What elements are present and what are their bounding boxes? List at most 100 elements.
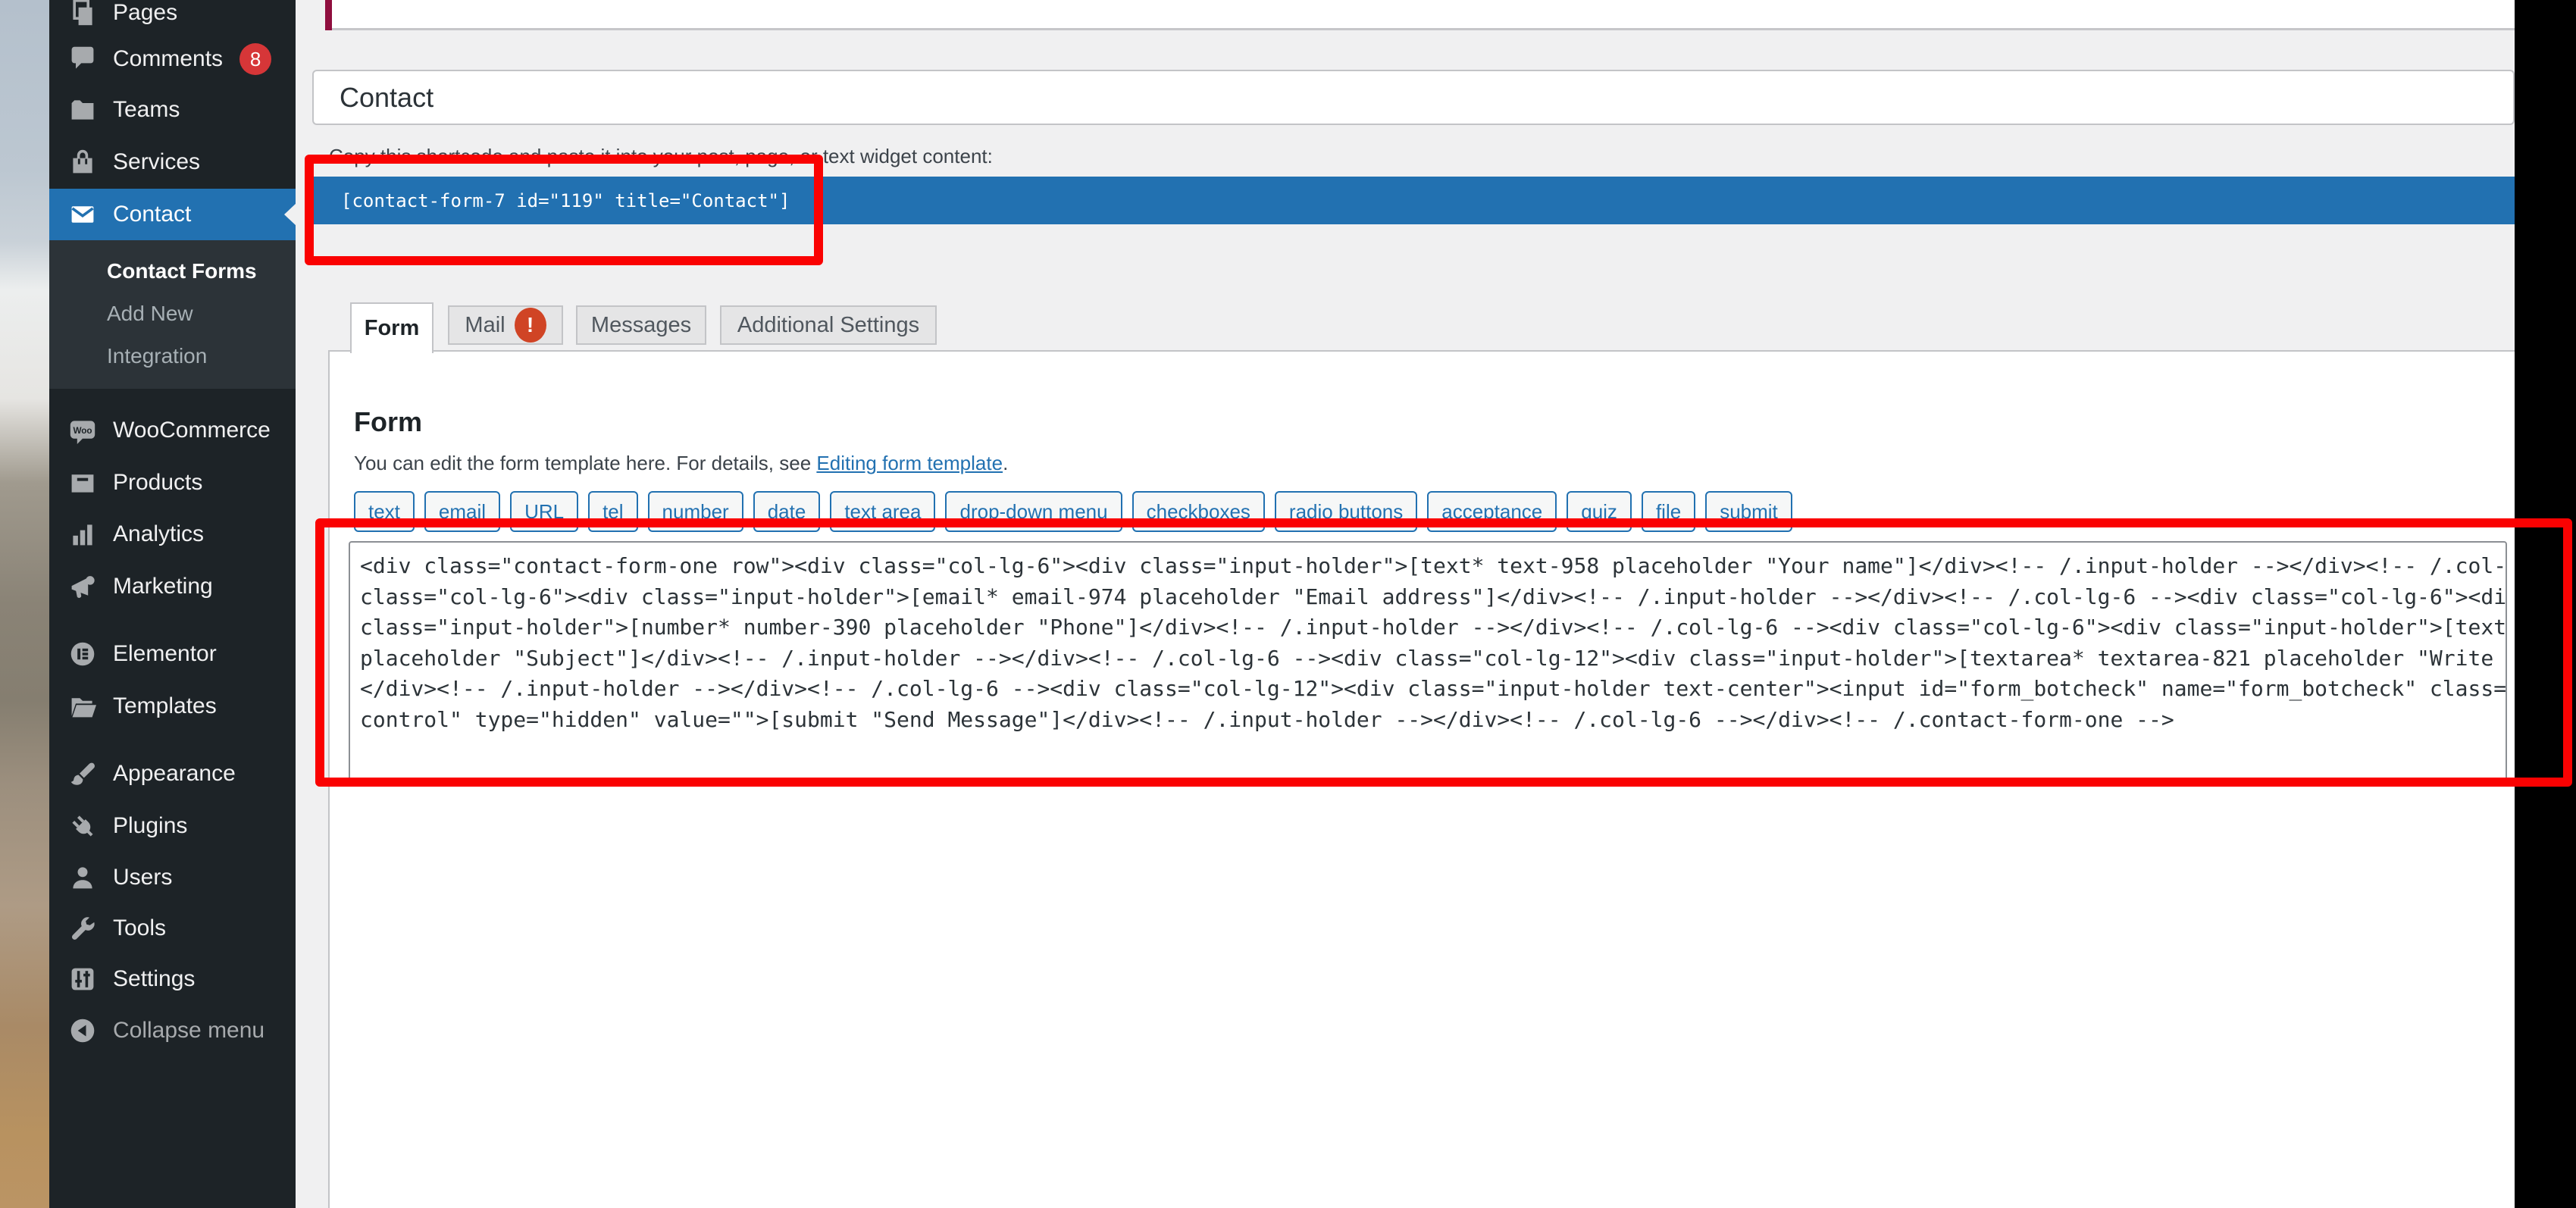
tag-generator-button[interactable]: submit — [1705, 491, 1792, 532]
sidebar-item-pages[interactable]: Pages — [49, 0, 296, 38]
sidebar-item-appearance[interactable]: Appearance — [49, 749, 296, 799]
wrench-icon — [69, 915, 96, 942]
tag-generator-button[interactable]: radio buttons — [1275, 491, 1417, 532]
tab-messages[interactable]: Messages — [576, 305, 706, 345]
form-title-value: Contact — [340, 82, 434, 114]
shortcode-value: [contact-form-7 id="119" title="Contact"… — [341, 190, 790, 211]
admin-sidebar: Pages Comments 8 Teams Services Contact … — [49, 0, 296, 1208]
sidebar-item-products[interactable]: Products — [49, 458, 296, 508]
elementor-icon — [69, 640, 96, 668]
form-editor-panel: Form You can edit the form template here… — [328, 350, 2515, 1208]
sidebar-item-tools[interactable]: Tools — [49, 903, 296, 953]
template-code-line: <div class="contact-form-one row"><div c… — [360, 551, 2506, 582]
tag-generator-button[interactable]: file — [1642, 491, 1695, 532]
plug-icon — [69, 812, 96, 840]
submenu-item-integration[interactable]: Integration — [49, 331, 296, 381]
shortcode-help-text: Copy this shortcode and paste it into yo… — [329, 145, 993, 168]
sidebar-item-contact[interactable]: Contact — [49, 189, 296, 240]
panel-description: You can edit the form template here. For… — [354, 452, 1008, 475]
sidebar-item-marketing[interactable]: Marketing — [49, 562, 296, 612]
sidebar-item-label: Appearance — [113, 761, 236, 787]
sidebar-item-label: Collapse menu — [113, 1018, 264, 1044]
pages-icon — [69, 0, 96, 27]
sidebar-item-elementor[interactable]: Elementor — [49, 629, 296, 679]
sidebar-item-label: Plugins — [113, 813, 187, 839]
shortcode-field[interactable]: [contact-form-7 id="119" title="Contact"… — [312, 177, 2515, 224]
sidebar-item-woocommerce[interactable]: Woo WooCommerce — [49, 405, 296, 455]
sidebar-item-settings[interactable]: Settings — [49, 954, 296, 1004]
sidebar-item-services[interactable]: Services — [49, 137, 296, 187]
template-code-line: </div><!-- /.input-holder --></div><!-- … — [360, 674, 2506, 705]
sidebar-item-plugins[interactable]: Plugins — [49, 801, 296, 851]
bar-chart-icon — [69, 521, 96, 548]
comments-count-badge: 8 — [239, 43, 271, 75]
sidebar-item-label: Products — [113, 470, 202, 496]
tag-generator-button[interactable]: checkboxes — [1132, 491, 1265, 532]
tag-generator-button[interactable]: acceptance — [1427, 491, 1557, 532]
sidebar-item-label: Comments — [113, 46, 223, 72]
description-text: You can edit the form template here. For… — [354, 452, 816, 474]
editing-form-template-link[interactable]: Editing form template — [816, 452, 1003, 474]
template-code-line: control" type="hidden" value="">[submit … — [360, 705, 2506, 736]
template-code-line: class="col-lg-6"><div class="input-holde… — [360, 582, 2506, 613]
paintbrush-icon — [69, 760, 96, 787]
collapse-arrow-icon — [69, 1017, 96, 1044]
template-code-line: placeholder "Subject"]</div><!-- /.input… — [360, 643, 2506, 674]
tab-label: Messages — [591, 313, 691, 338]
user-icon — [69, 864, 96, 891]
tab-additional-settings[interactable]: Additional Settings — [720, 305, 937, 345]
sidebar-item-collapse-menu[interactable]: Collapse menu — [49, 1006, 296, 1056]
tag-generator-button[interactable]: quiz — [1567, 491, 1632, 532]
form-template-textarea[interactable]: <div class="contact-form-one row"><div c… — [349, 541, 2507, 785]
tag-generator-button[interactable]: drop-down menu — [945, 491, 1122, 532]
sidebar-item-users[interactable]: Users — [49, 853, 296, 903]
desktop-wallpaper-strip — [0, 0, 49, 1208]
sidebar-item-label: Elementor — [113, 641, 217, 667]
tag-generator-button[interactable]: text area — [830, 491, 935, 532]
wordpress-admin-screen: Pages Comments 8 Teams Services Contact … — [0, 0, 2576, 1208]
woocommerce-icon: Woo — [69, 417, 96, 444]
tag-generator-button[interactable]: email — [424, 491, 500, 532]
sidebar-item-label: Analytics — [113, 521, 204, 547]
sidebar-item-comments[interactable]: Comments 8 — [49, 34, 296, 84]
open-folder-icon — [69, 693, 96, 720]
sidebar-item-label: Teams — [113, 97, 180, 123]
sidebar-item-label: Tools — [113, 915, 166, 941]
sidebar-item-label: Marketing — [113, 574, 213, 599]
megaphone-icon — [69, 573, 96, 600]
tab-form[interactable]: Form — [350, 302, 434, 353]
envelope-icon — [69, 201, 96, 228]
tag-generator-button[interactable]: URL — [510, 491, 578, 532]
sliders-icon — [69, 965, 96, 993]
maroon-caret-bar — [325, 0, 332, 30]
tag-generator-button[interactable]: text — [354, 491, 415, 532]
sidebar-item-teams[interactable]: Teams — [49, 85, 296, 135]
sidebar-item-label: Users — [113, 865, 172, 890]
contact-submenu: Contact Forms Add New Integration — [49, 240, 296, 389]
sidebar-item-label: Pages — [113, 0, 177, 26]
sidebar-item-label: Settings — [113, 966, 195, 992]
folder-icon — [69, 96, 96, 124]
tag-generator-button[interactable]: tel — [588, 491, 637, 532]
mail-alert-badge: ! — [515, 308, 546, 343]
tab-mail[interactable]: Mail ! — [448, 305, 563, 345]
tag-generator-buttons: text email URL tel number date text area… — [354, 491, 1792, 532]
tab-label: Additional Settings — [737, 313, 919, 338]
bag-icon — [69, 149, 96, 176]
form-title-input[interactable]: Contact — [312, 70, 2515, 125]
tab-label: Form — [365, 316, 420, 341]
sidebar-item-label: WooCommerce — [113, 418, 271, 443]
box-icon — [69, 469, 96, 496]
sidebar-item-label: Templates — [113, 693, 217, 719]
active-menu-arrow — [284, 203, 296, 226]
description-period: . — [1003, 452, 1008, 474]
top-white-strip — [332, 0, 2515, 30]
tab-label: Mail — [465, 313, 505, 338]
tag-generator-button[interactable]: date — [753, 491, 821, 532]
sidebar-item-label: Contact — [113, 202, 191, 227]
sidebar-item-analytics[interactable]: Analytics — [49, 509, 296, 559]
comments-icon — [69, 45, 96, 73]
panel-heading: Form — [354, 406, 422, 438]
tag-generator-button[interactable]: number — [648, 491, 743, 532]
sidebar-item-templates[interactable]: Templates — [49, 681, 296, 731]
